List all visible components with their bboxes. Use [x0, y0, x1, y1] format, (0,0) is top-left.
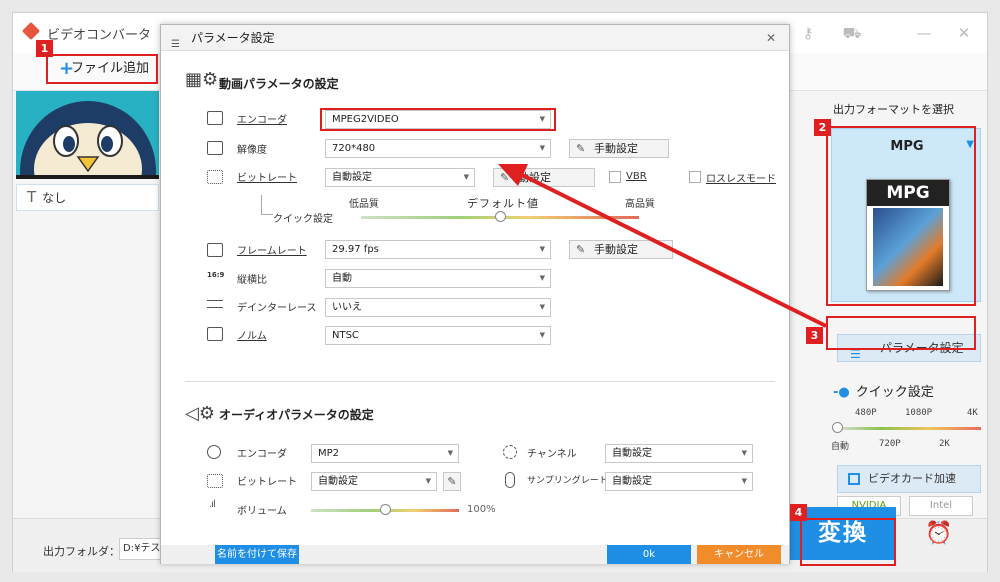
- annotation-arrow: [498, 164, 827, 328]
